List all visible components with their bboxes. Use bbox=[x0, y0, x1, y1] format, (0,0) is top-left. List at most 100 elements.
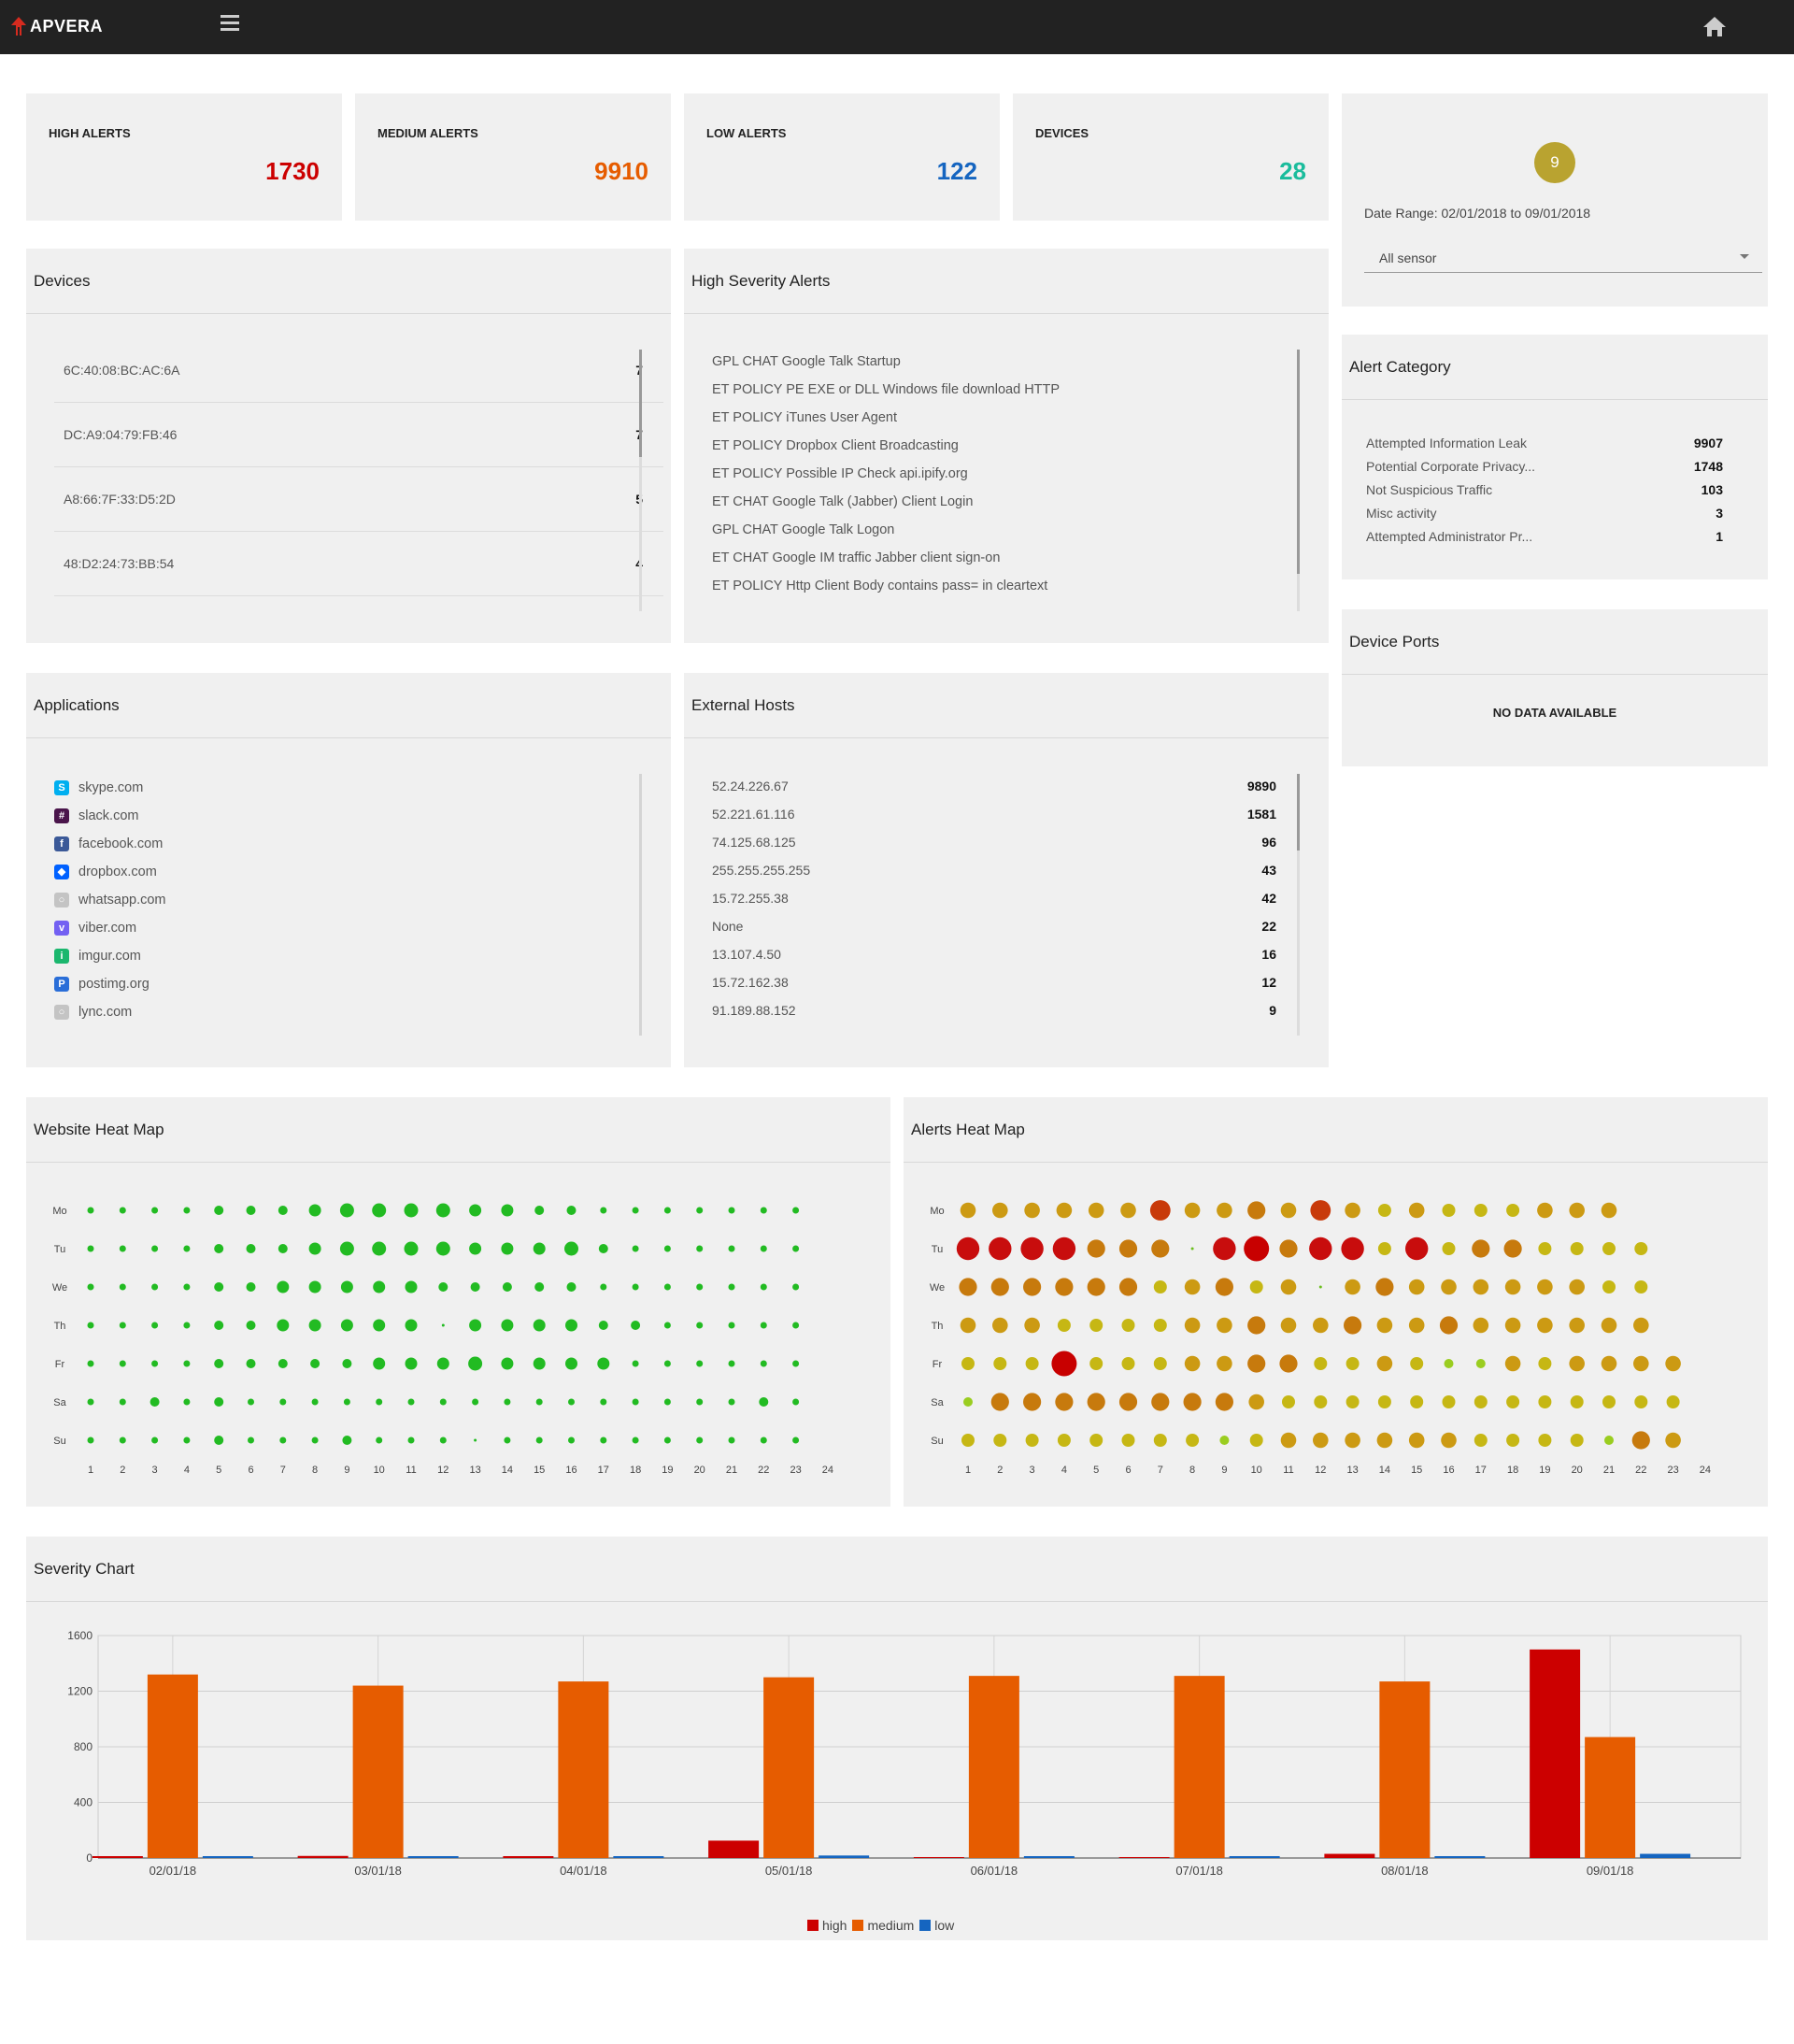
scrollbar[interactable] bbox=[1297, 350, 1300, 611]
heatmap-cell[interactable] bbox=[501, 1319, 514, 1332]
heatmap-cell[interactable] bbox=[1313, 1317, 1329, 1334]
heatmap-cell[interactable] bbox=[1569, 1317, 1585, 1334]
heatmap-cell[interactable] bbox=[1247, 1316, 1266, 1335]
heatmap-cell[interactable] bbox=[469, 1242, 482, 1255]
heatmap-cell[interactable] bbox=[87, 1437, 94, 1444]
heatmap-cell[interactable] bbox=[663, 1245, 671, 1252]
application-item[interactable]: # slack.com bbox=[54, 802, 138, 830]
heatmap-cell[interactable] bbox=[1602, 1395, 1616, 1408]
heatmap-cell[interactable] bbox=[310, 1359, 320, 1368]
category-row[interactable]: Not Suspicious Traffic 103 bbox=[1366, 479, 1723, 502]
heatmap-cell[interactable] bbox=[728, 1398, 735, 1406]
heatmap-cell[interactable] bbox=[246, 1244, 256, 1253]
hamburger-menu-icon[interactable] bbox=[221, 15, 239, 32]
heatmap-cell[interactable] bbox=[792, 1245, 800, 1252]
heatmap-cell[interactable] bbox=[1190, 1247, 1194, 1251]
heatmap-cell[interactable] bbox=[663, 1322, 671, 1329]
heatmap-cell[interactable] bbox=[534, 1206, 545, 1215]
heatmap-cell[interactable] bbox=[1346, 1357, 1360, 1370]
application-item[interactable]: f facebook.com bbox=[54, 830, 163, 858]
application-item[interactable]: ◆ dropbox.com bbox=[54, 858, 157, 886]
bar-high[interactable] bbox=[913, 1857, 964, 1858]
bar-low[interactable] bbox=[819, 1855, 870, 1858]
heatmap-cell[interactable] bbox=[504, 1437, 511, 1444]
heatmap-cell[interactable] bbox=[1474, 1434, 1488, 1447]
heatmap-cell[interactable] bbox=[1025, 1434, 1039, 1447]
bar-high[interactable] bbox=[92, 1856, 143, 1858]
heatmap-cell[interactable] bbox=[119, 1245, 126, 1252]
heatmap-cell[interactable] bbox=[214, 1282, 224, 1292]
heatmap-cell[interactable] bbox=[151, 1360, 159, 1367]
heatmap-cell[interactable] bbox=[1249, 1434, 1263, 1447]
heatmap-cell[interactable] bbox=[1279, 1354, 1298, 1373]
heatmap-cell[interactable] bbox=[760, 1437, 767, 1444]
heatmap-cell[interactable] bbox=[1538, 1242, 1552, 1255]
heatmap-cell[interactable] bbox=[441, 1323, 445, 1327]
bar-medium[interactable] bbox=[352, 1685, 404, 1858]
heatmap-cell[interactable] bbox=[1279, 1239, 1298, 1258]
heatmap-cell[interactable] bbox=[183, 1245, 191, 1252]
heatmap-cell[interactable] bbox=[533, 1357, 546, 1370]
heatmap-cell[interactable] bbox=[663, 1437, 671, 1444]
heatmap-cell[interactable] bbox=[472, 1398, 479, 1406]
bar-low[interactable] bbox=[1640, 1853, 1691, 1858]
heatmap-cell[interactable] bbox=[990, 1278, 1009, 1296]
heatmap-cell[interactable] bbox=[308, 1280, 321, 1294]
heatmap-cell[interactable] bbox=[277, 1319, 290, 1332]
heatmap-cell[interactable] bbox=[598, 1244, 608, 1253]
heatmap-cell[interactable] bbox=[119, 1360, 126, 1367]
heatmap-cell[interactable] bbox=[1153, 1357, 1167, 1370]
heatmap-cell[interactable] bbox=[1087, 1393, 1105, 1411]
heatmap-cell[interactable] bbox=[1282, 1395, 1295, 1408]
heatmap-cell[interactable] bbox=[1602, 1280, 1616, 1294]
heatmap-cell[interactable] bbox=[1444, 1359, 1454, 1368]
heatmap-cell[interactable] bbox=[792, 1437, 800, 1444]
heatmap-cell[interactable] bbox=[407, 1437, 415, 1444]
heatmap-cell[interactable] bbox=[1247, 1354, 1266, 1373]
bar-low[interactable] bbox=[1434, 1856, 1486, 1858]
heatmap-cell[interactable] bbox=[501, 1242, 514, 1255]
heatmap-cell[interactable] bbox=[792, 1283, 800, 1291]
heatmap-cell[interactable] bbox=[277, 1280, 290, 1294]
sensor-select[interactable]: All sensor bbox=[1364, 245, 1762, 273]
heatmap-cell[interactable] bbox=[993, 1357, 1007, 1370]
heatmap-cell[interactable] bbox=[1183, 1393, 1202, 1411]
heatmap-cell[interactable] bbox=[600, 1437, 607, 1444]
heatmap-cell[interactable] bbox=[1665, 1355, 1681, 1372]
heatmap-cell[interactable] bbox=[405, 1319, 418, 1332]
heatmap-cell[interactable] bbox=[759, 1397, 769, 1407]
bar-low[interactable] bbox=[613, 1856, 664, 1858]
heatmap-cell[interactable] bbox=[663, 1360, 671, 1367]
heatmap-cell[interactable] bbox=[728, 1437, 735, 1444]
bar-high[interactable] bbox=[708, 1840, 760, 1858]
heatmap-cell[interactable] bbox=[1121, 1319, 1135, 1332]
heatmap-cell[interactable] bbox=[1153, 1434, 1167, 1447]
heatmap-cell[interactable] bbox=[1506, 1434, 1520, 1447]
heatmap-cell[interactable] bbox=[792, 1207, 800, 1214]
heatmap-cell[interactable] bbox=[1344, 1316, 1362, 1335]
heatmap-cell[interactable] bbox=[1377, 1395, 1391, 1408]
heatmap-cell[interactable] bbox=[960, 1317, 976, 1334]
heatmap-cell[interactable] bbox=[1089, 1434, 1103, 1447]
host-row[interactable]: 13.107.4.50 16 bbox=[712, 941, 1276, 969]
heatmap-cell[interactable] bbox=[87, 1283, 94, 1291]
bar-medium[interactable] bbox=[558, 1681, 609, 1858]
date-range-label[interactable]: Date Range: 02/01/2018 to 09/01/2018 bbox=[1364, 206, 1590, 221]
heatmap-cell[interactable] bbox=[119, 1437, 126, 1444]
heatmap-cell[interactable] bbox=[792, 1398, 800, 1406]
heatmap-cell[interactable] bbox=[87, 1207, 94, 1214]
scrollbar[interactable] bbox=[639, 350, 642, 611]
heatmap-cell[interactable] bbox=[961, 1434, 975, 1447]
heatmap-cell[interactable] bbox=[990, 1393, 1009, 1411]
heatmap-cell[interactable] bbox=[1408, 1317, 1425, 1334]
heatmap-cell[interactable] bbox=[1442, 1395, 1456, 1408]
heatmap-cell[interactable] bbox=[1377, 1242, 1391, 1255]
device-row[interactable]: DC:A9:04:79:FB:46 7 bbox=[54, 403, 663, 467]
heatmap-cell[interactable] bbox=[1244, 1236, 1270, 1262]
heatmap-cell[interactable] bbox=[1313, 1432, 1329, 1449]
application-item[interactable]: i imgur.com bbox=[54, 942, 141, 970]
heatmap-cell[interactable] bbox=[1538, 1357, 1552, 1370]
heatmap-cell[interactable] bbox=[1121, 1434, 1135, 1447]
heatmap-cell[interactable] bbox=[151, 1245, 159, 1252]
heatmap-cell[interactable] bbox=[1441, 1279, 1457, 1295]
